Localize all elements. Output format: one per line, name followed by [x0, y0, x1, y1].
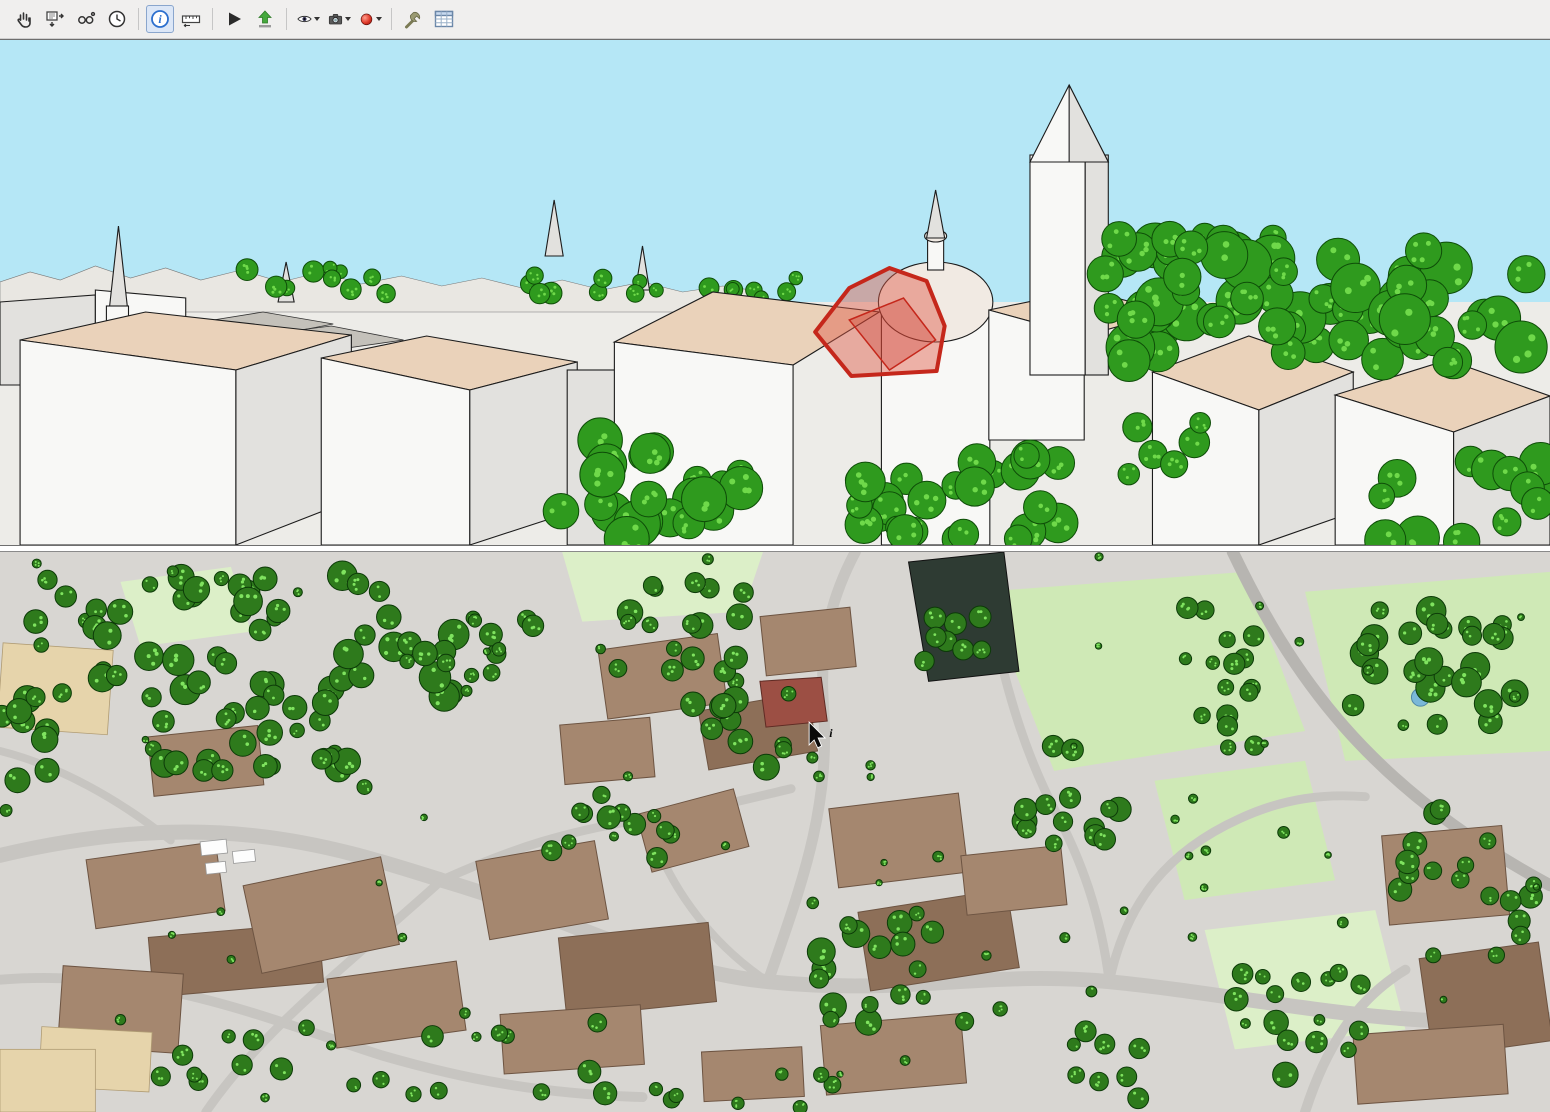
- map-2d-canvas[interactable]: i: [0, 552, 1550, 1112]
- scene-3d-panel[interactable]: [0, 39, 1550, 546]
- green-up-arrow-icon: [254, 8, 276, 30]
- camera-icon: [327, 8, 344, 30]
- settings-tool-button[interactable]: [399, 5, 427, 33]
- orbit-tool-button[interactable]: [72, 5, 100, 33]
- dropdown-arrow-icon[interactable]: [314, 17, 320, 21]
- orbit-circles-icon: [75, 8, 97, 30]
- navigate-tool-button[interactable]: [41, 5, 69, 33]
- measure-tool-button[interactable]: [177, 5, 205, 33]
- play-animation-button[interactable]: [220, 5, 248, 33]
- map-2d-panel[interactable]: i: [0, 551, 1550, 1112]
- play-icon: [223, 8, 245, 30]
- clock-icon: [106, 8, 128, 30]
- record-tool-button[interactable]: [356, 5, 384, 33]
- red-sphere-icon: [358, 8, 375, 30]
- export-tool-button[interactable]: [251, 5, 279, 33]
- application-window: i: [0, 0, 1550, 1112]
- selected-parcel-highlight[interactable]: [760, 677, 827, 727]
- snapshot-tool-button[interactable]: [325, 5, 353, 33]
- daylight-tool-button[interactable]: [103, 5, 131, 33]
- pan-tool-button[interactable]: [10, 5, 38, 33]
- identify-tool-button[interactable]: i: [146, 5, 174, 33]
- dropdown-arrow-icon[interactable]: [376, 17, 382, 21]
- toolbar-separator: [286, 8, 287, 30]
- scene-3d-canvas[interactable]: [0, 40, 1550, 545]
- toolbar-separator: [138, 8, 139, 30]
- ruler-icon: [180, 8, 202, 30]
- toolbar-separator: [212, 8, 213, 30]
- hand-icon: [13, 8, 35, 30]
- dropdown-arrow-icon[interactable]: [345, 17, 351, 21]
- attribute-table-icon: [433, 8, 455, 30]
- toolbar: i: [0, 0, 1550, 39]
- extent-arrows-icon: [44, 8, 66, 30]
- identify-i-icon: i: [149, 8, 171, 30]
- table-tool-button[interactable]: [430, 5, 458, 33]
- visibility-tool-button[interactable]: [294, 5, 322, 33]
- toolbar-separator: [391, 8, 392, 30]
- eye-icon: [296, 8, 313, 30]
- wrench-icon: [402, 8, 424, 30]
